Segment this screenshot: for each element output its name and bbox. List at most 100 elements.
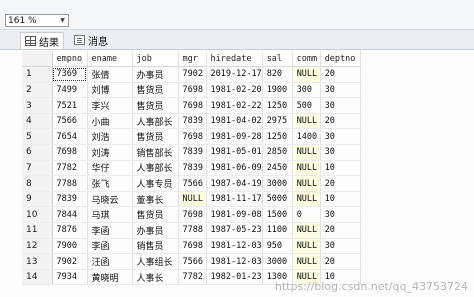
cell-job[interactable]: 售货员 bbox=[132, 128, 179, 146]
cell-hiredate[interactable]: 1981-09-28 bbox=[206, 128, 263, 146]
cell-job[interactable]: 售货员 bbox=[132, 206, 179, 224]
table-row[interactable]: 3 7521 李兴 售货员 7698 1981-02-22 1250 500 30 bbox=[22, 97, 361, 114]
cell-job[interactable]: 售货员 bbox=[132, 82, 179, 99]
cell-job[interactable]: 人事组长 bbox=[132, 253, 179, 270]
cell-job[interactable]: 办事员 bbox=[132, 66, 179, 83]
cell-hiredate[interactable]: 2019-12-17 bbox=[206, 66, 263, 83]
cell-empno[interactable]: 7788 bbox=[52, 175, 88, 192]
row-number-cell[interactable]: 2 bbox=[22, 82, 53, 99]
cell-empno[interactable]: 7654 bbox=[52, 128, 88, 146]
cell-empno[interactable]: 7369 bbox=[52, 66, 88, 83]
row-number-cell[interactable]: 9 bbox=[22, 191, 53, 208]
cell-hiredate[interactable]: 1981-11-17 bbox=[206, 191, 263, 208]
cell-comm[interactable]: 300 bbox=[292, 82, 321, 99]
table-row[interactable]: 4 7566 小曲 人事部长 7839 1981-04-02 2975 NULL 20 bbox=[22, 113, 361, 130]
row-number-cell[interactable]: 5 bbox=[22, 128, 53, 146]
cell-sal[interactable]: 5000 bbox=[262, 191, 293, 208]
cell-sal[interactable]: 3000 bbox=[262, 253, 293, 270]
cell-comm[interactable]: NULL bbox=[292, 113, 321, 130]
cell-ename[interactable]: 刘浩 bbox=[87, 128, 133, 146]
tab-messages[interactable]: 消息 bbox=[70, 32, 112, 48]
cell-deptno[interactable]: 10 bbox=[320, 160, 361, 177]
cell-deptno[interactable]: 30 bbox=[320, 238, 361, 255]
cell-sal[interactable]: 1500 bbox=[262, 206, 293, 224]
cell-deptno[interactable]: 30 bbox=[320, 97, 361, 114]
cell-hiredate[interactable]: 1981-09-08 bbox=[206, 206, 263, 224]
cell-hiredate[interactable]: 1981-05-01 bbox=[206, 144, 263, 161]
cell-job[interactable]: 董事长 bbox=[132, 191, 179, 208]
cell-ename[interactable]: 张倩 bbox=[87, 66, 133, 83]
cell-hiredate[interactable]: 1981-02-22 bbox=[206, 97, 263, 114]
cell-hiredate[interactable]: 1987-04-19 bbox=[206, 175, 263, 192]
cell-ename[interactable]: 李兴 bbox=[87, 97, 133, 114]
cell-mgr[interactable]: 7698 bbox=[178, 238, 207, 255]
row-number-cell[interactable]: 4 bbox=[22, 113, 53, 130]
cell-comm[interactable]: NULL bbox=[292, 144, 321, 161]
column-header-deptno[interactable]: deptno bbox=[320, 51, 361, 68]
cell-job[interactable]: 办事员 bbox=[132, 222, 179, 239]
cell-mgr[interactable]: 7839 bbox=[178, 160, 207, 177]
table-row[interactable]: 1 7369 张倩 办事员 7902 2019-12-17 820 NULL 20 bbox=[22, 66, 361, 83]
table-row[interactable]: 10 7844 马琪 售货员 7698 1981-09-08 1500 0 30 bbox=[22, 206, 361, 224]
cell-comm[interactable]: NULL bbox=[292, 191, 321, 208]
cell-job[interactable]: 人事部长 bbox=[132, 160, 179, 177]
chevron-down-icon[interactable]: ▼ bbox=[58, 15, 67, 26]
cell-deptno[interactable]: 30 bbox=[320, 128, 361, 146]
cell-deptno[interactable]: 20 bbox=[320, 222, 361, 239]
cell-mgr[interactable]: 7566 bbox=[178, 175, 207, 192]
cell-empno[interactable]: 7934 bbox=[52, 269, 88, 286]
cell-hiredate[interactable]: 1981-02-20 bbox=[206, 82, 263, 99]
cell-job[interactable]: 人事部长 bbox=[132, 113, 179, 130]
cell-ename[interactable]: 李函 bbox=[87, 222, 133, 239]
row-number-cell[interactable]: 8 bbox=[22, 175, 53, 192]
cell-deptno[interactable]: 20 bbox=[320, 175, 361, 192]
cell-ename[interactable]: 华仔 bbox=[87, 160, 133, 177]
cell-comm[interactable]: 500 bbox=[292, 97, 321, 114]
table-row[interactable]: 11 7876 李函 办事员 7788 1987-05-23 1100 NULL 20 bbox=[22, 222, 361, 239]
cell-empno[interactable]: 7876 bbox=[52, 222, 88, 239]
cell-ename[interactable]: 小曲 bbox=[87, 113, 133, 130]
tab-results[interactable]: 结果 bbox=[20, 32, 64, 49]
cell-empno[interactable]: 7566 bbox=[52, 113, 88, 130]
cell-deptno[interactable]: 30 bbox=[320, 206, 361, 224]
column-header-job[interactable]: job bbox=[132, 51, 179, 68]
cell-mgr[interactable]: 7839 bbox=[178, 144, 207, 161]
cell-hiredate[interactable]: 1981-12-03 bbox=[206, 238, 263, 255]
cell-deptno[interactable]: 20 bbox=[320, 113, 361, 130]
cell-deptno[interactable]: 20 bbox=[320, 66, 361, 83]
cell-empno[interactable]: 7698 bbox=[52, 144, 88, 161]
cell-hiredate[interactable]: 1982-01-23 bbox=[206, 269, 263, 286]
column-header-mgr[interactable]: mgr bbox=[178, 51, 207, 68]
cell-comm[interactable]: NULL bbox=[292, 222, 321, 239]
cell-deptno[interactable]: 30 bbox=[320, 82, 361, 99]
cell-job[interactable]: 人事长 bbox=[132, 269, 179, 286]
cell-ename[interactable]: 刘博 bbox=[87, 82, 133, 99]
cell-ename[interactable]: 马琪 bbox=[87, 206, 133, 224]
results-grid[interactable]: empno ename job mgr hiredate sal comm de… bbox=[22, 51, 361, 286]
cell-mgr[interactable]: 7698 bbox=[178, 97, 207, 114]
cell-empno[interactable]: 7900 bbox=[52, 238, 88, 255]
cell-empno[interactable]: 7521 bbox=[52, 97, 88, 114]
cell-ename[interactable]: 张飞 bbox=[87, 175, 133, 192]
cell-empno[interactable]: 7902 bbox=[52, 253, 88, 270]
table-row[interactable]: 12 7900 李函 销售员 7698 1981-12-03 950 NULL 30 bbox=[22, 238, 361, 255]
cell-hiredate[interactable]: 1981-04-02 bbox=[206, 113, 263, 130]
column-header-empno[interactable]: empno bbox=[52, 51, 88, 68]
cell-comm[interactable]: NULL bbox=[292, 253, 321, 270]
cell-comm[interactable]: NULL bbox=[292, 175, 321, 192]
cell-sal[interactable]: 2975 bbox=[262, 113, 293, 130]
cell-mgr[interactable]: 7698 bbox=[178, 82, 207, 99]
table-row[interactable]: 7 7782 华仔 人事部长 7839 1981-06-09 2450 NULL 10 bbox=[22, 160, 361, 177]
cell-mgr[interactable]: 7782 bbox=[178, 269, 207, 286]
cell-mgr[interactable]: 7698 bbox=[178, 128, 207, 146]
table-row[interactable]: 9 7839 马晓云 董事长 NULL 1981-11-17 5000 NULL 10 bbox=[22, 191, 361, 208]
cell-hiredate[interactable]: 1981-12-03 bbox=[206, 253, 263, 270]
table-row[interactable]: 6 7698 刘涛 销售部长 7839 1981-05-01 2850 NULL 30 bbox=[22, 144, 361, 161]
row-number-cell[interactable]: 3 bbox=[22, 97, 53, 114]
cell-ename[interactable]: 李函 bbox=[87, 238, 133, 255]
cell-sal[interactable]: 950 bbox=[262, 238, 293, 255]
cell-sal[interactable]: 820 bbox=[262, 66, 293, 83]
cell-sal[interactable]: 1250 bbox=[262, 97, 293, 114]
cell-sal[interactable]: 1100 bbox=[262, 222, 293, 239]
cell-mgr[interactable]: NULL bbox=[178, 191, 207, 208]
